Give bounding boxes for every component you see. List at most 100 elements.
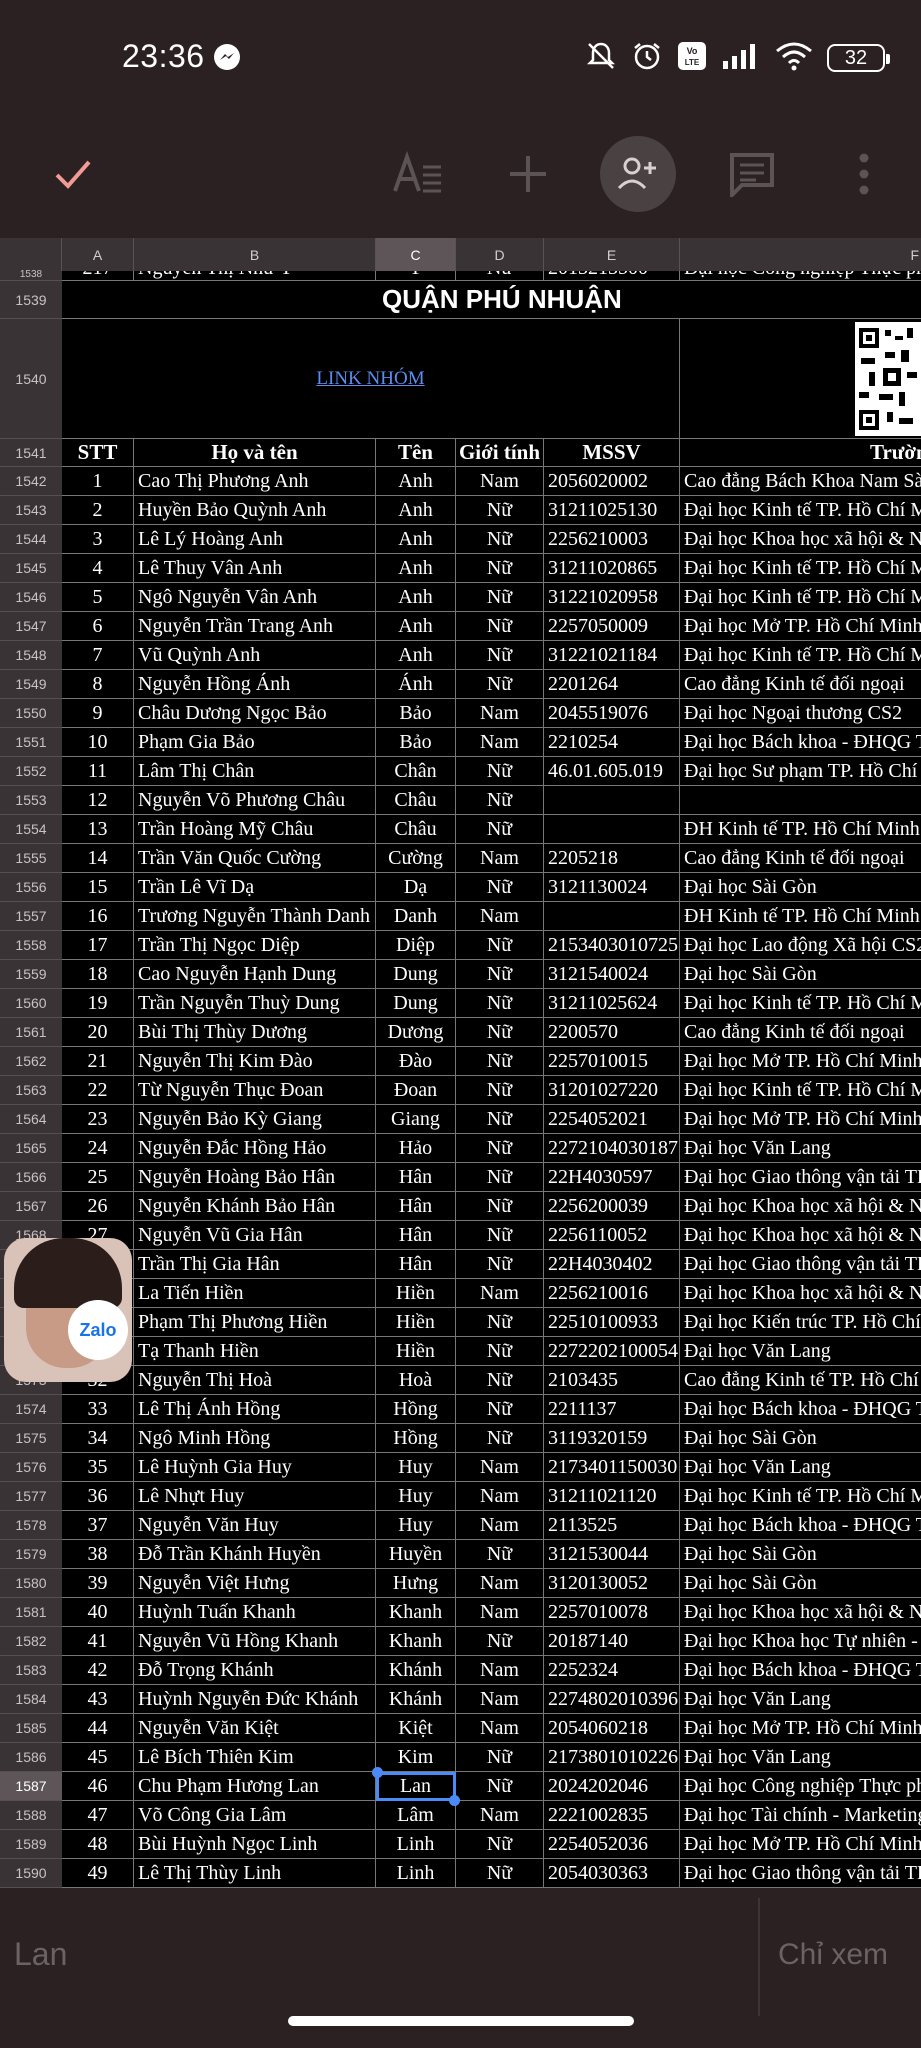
table-row[interactable]: 1588 47 Võ Công Gia Lâm Lâm Nam 2221002835 Đại… [0, 1801, 921, 1830]
row-number[interactable]: 1586 [0, 1743, 62, 1772]
cell-stt[interactable]: 5 [62, 583, 134, 612]
row-number[interactable]: 1561 [0, 1018, 62, 1047]
row-number[interactable]: 1563 [0, 1076, 62, 1105]
table-row[interactable]: 1555 14 Trần Văn Quốc Cường Cường Nam 2205218… [0, 844, 921, 873]
row-number[interactable]: 1587 [0, 1772, 62, 1801]
cell-gender[interactable]: Nam [456, 844, 544, 873]
cell-ten[interactable]: Bảo [376, 728, 456, 757]
row-number[interactable]: 1588 [0, 1801, 62, 1830]
cell-ten[interactable]: Anh [376, 496, 456, 525]
table-row[interactable]: 1544 3 Lê Lý Hoàng Anh Anh Nữ 2256210003 Đại h… [0, 525, 921, 554]
cell-stt[interactable]: 14 [62, 844, 134, 873]
cell-name[interactable]: Lê Bích Thiên Kim [134, 1743, 376, 1772]
cell-ten[interactable]: Anh [376, 612, 456, 641]
column-header-c[interactable]: C [376, 238, 456, 271]
cell-gender[interactable]: Nữ [456, 1163, 544, 1192]
cell-stt[interactable]: 37 [62, 1511, 134, 1540]
cell-gender[interactable]: Nữ [456, 1540, 544, 1569]
row-number[interactable]: 1550 [0, 699, 62, 728]
cell-school[interactable]: Cao đẳng Bách Khoa Nam Sài Gòn [680, 467, 921, 496]
cell-mssv[interactable]: 2256210003 [544, 525, 680, 554]
cell-name[interactable]: Nguyễn Thị Kim Đào [134, 1047, 376, 1076]
cell-ten[interactable]: Lâm [376, 1801, 456, 1830]
cell-mssv[interactable]: 2153403010725 [544, 931, 680, 960]
cell-ten[interactable]: Khanh [376, 1627, 456, 1656]
cell-gender[interactable]: Nữ [456, 1018, 544, 1047]
cell-name[interactable]: Lê Lý Hoàng Anh [134, 525, 376, 554]
cell-name[interactable]: Nguyễn Khánh Bảo Hân [134, 1192, 376, 1221]
cell-name[interactable]: Nguyễn Vũ Gia Hân [134, 1221, 376, 1250]
cell-name[interactable]: Ngô Nguyễn Vân Anh [134, 583, 376, 612]
row-number[interactable]: 1553 [0, 786, 62, 815]
cell-stt[interactable]: 48 [62, 1830, 134, 1859]
cell-ten[interactable]: Hoà [376, 1366, 456, 1395]
cell-name[interactable]: Trần Lê Vĩ Dạ [134, 873, 376, 902]
cell-school[interactable]: Đại học Kinh tế TP. Hồ Chí Minh [680, 496, 921, 525]
cell-mssv[interactable]: 3120130052 [544, 1569, 680, 1598]
cell-school[interactable]: Đại học Sư phạm TP. Hồ Chí Minh [680, 757, 921, 786]
row-number[interactable]: 1551 [0, 728, 62, 757]
cell-ten[interactable]: Hồng [376, 1424, 456, 1453]
row-number[interactable]: 1583 [0, 1656, 62, 1685]
cell-school[interactable]: Cao đẳng Kinh tế TP. Hồ Chí Minh [680, 1366, 921, 1395]
cell-gender[interactable]: Nữ [456, 1424, 544, 1453]
cell-stt[interactable]: 21 [62, 1047, 134, 1076]
row-number[interactable]: 1548 [0, 641, 62, 670]
cell-stt[interactable]: 35 [62, 1453, 134, 1482]
table-row[interactable]: 1563 22 Từ Nguyễn Thục Đoan Đoan Nữ 312010272… [0, 1076, 921, 1105]
cell-mssv[interactable]: 3121530044 [544, 1540, 680, 1569]
cell-gender[interactable]: Nữ [456, 757, 544, 786]
cell-gender[interactable]: Nam [456, 1453, 544, 1482]
cell-name[interactable]: Lâm Thị Chân [134, 757, 376, 786]
view-only-label[interactable]: Chỉ xem [778, 1938, 888, 1972]
cell-mssv[interactable]: 2045519076 [544, 699, 680, 728]
cell-ten[interactable]: Kiệt [376, 1714, 456, 1743]
cell-name[interactable]: Nguyễn Hoàng Bảo Hân [134, 1163, 376, 1192]
comment-icon[interactable] [720, 110, 784, 238]
table-row[interactable]: 1564 23 Nguyễn Bảo Kỳ Giang Giang Nữ 22540520… [0, 1105, 921, 1134]
row-number[interactable]: 1556 [0, 873, 62, 902]
cell-stt[interactable]: 47 [62, 1801, 134, 1830]
cell-school[interactable]: Đại học Lao động Xã hội CS2 [680, 931, 921, 960]
row-number[interactable]: 1585 [0, 1714, 62, 1743]
cell-gender[interactable]: Nữ [456, 271, 544, 281]
cell-gender[interactable]: Nam [456, 1598, 544, 1627]
cell-mssv[interactable]: 3121540024 [544, 960, 680, 989]
cell-school[interactable]: Đại học Bách khoa - ĐHQG TP.HCM [680, 1656, 921, 1685]
cell-name[interactable]: Trần Hoàng Mỹ Châu [134, 815, 376, 844]
row-number[interactable]: 1549 [0, 670, 62, 699]
row-number[interactable]: 1581 [0, 1598, 62, 1627]
cell-gender[interactable]: Nữ [456, 1830, 544, 1859]
cell-name[interactable]: Phạm Gia Bảo [134, 728, 376, 757]
row-number[interactable]: 1590 [0, 1859, 62, 1888]
table-row[interactable]: 1575 34 Ngô Minh Hồng Hồng Nữ 3119320159 Đại h… [0, 1424, 921, 1453]
table-row[interactable]: 1581 40 Huỳnh Tuấn Khanh Khanh Nam 2257010078… [0, 1598, 921, 1627]
cell-name[interactable]: Lê Huỳnh Gia Huy [134, 1453, 376, 1482]
cell-name[interactable]: Đỗ Trần Khánh Huyền [134, 1540, 376, 1569]
cell-mssv[interactable]: 31201027220 [544, 1076, 680, 1105]
cell-name[interactable]: Nguyễn Hồng Ánh [134, 670, 376, 699]
cell-school[interactable]: Đại học Sài Gòn [680, 1424, 921, 1453]
cell-mssv[interactable]: 2173401150030 [544, 1453, 680, 1482]
cell-name[interactable]: Trương Nguyễn Thành Danh [134, 902, 376, 931]
cell-school[interactable]: Đại học Văn Lang [680, 1743, 921, 1772]
row-number[interactable]: 1575 [0, 1424, 62, 1453]
cell-school[interactable]: ĐH Kinh tế TP. Hồ Chí Minh [680, 902, 921, 931]
cell-ten[interactable]: Châu [376, 815, 456, 844]
cell-ten[interactable]: Hiền [376, 1308, 456, 1337]
table-row[interactable]: 1582 41 Nguyễn Vũ Hồng Khanh Khanh Nữ 2018714… [0, 1627, 921, 1656]
cell-stt[interactable]: 22 [62, 1076, 134, 1105]
table-row[interactable]: 1540 LINK NHÓM [0, 319, 921, 439]
cell-name[interactable]: La Tiến Hiền [134, 1279, 376, 1308]
cell-mssv[interactable]: 31211025130 [544, 496, 680, 525]
cell-mssv[interactable]: 31221021184 [544, 641, 680, 670]
cell-ten[interactable]: Hưng [376, 1569, 456, 1598]
cell-school[interactable]: Đại học Khoa học xã hội & Nhân văn [680, 1221, 921, 1250]
cell-school[interactable]: Đại học Văn Lang [680, 1685, 921, 1714]
cell-name[interactable]: Ngô Minh Hồng [134, 1424, 376, 1453]
cell-ten[interactable]: Khánh [376, 1685, 456, 1714]
table-row[interactable]: 1539 QUẬN PHÚ NHUẬN [0, 281, 921, 319]
check-icon[interactable] [40, 110, 104, 238]
header-ten[interactable]: Tên [376, 439, 456, 467]
text-format-icon[interactable] [386, 110, 450, 238]
